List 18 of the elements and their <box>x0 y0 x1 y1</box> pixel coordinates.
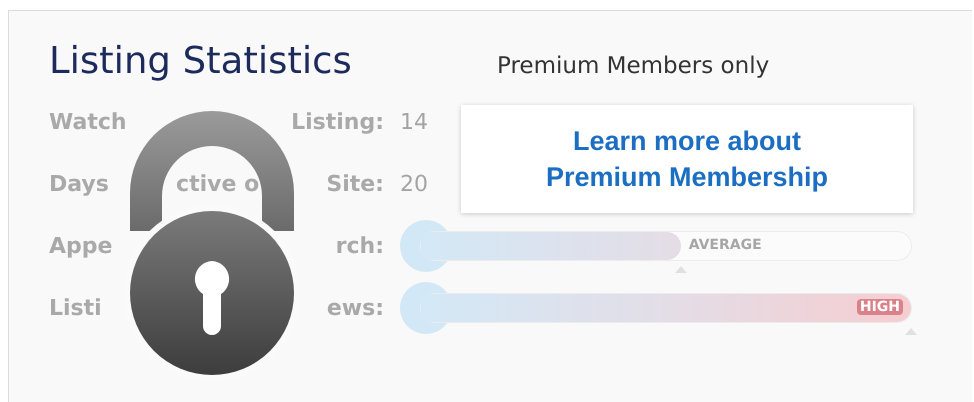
meter-reading: HIGH <box>856 299 903 315</box>
stat-value: 14 <box>400 110 428 134</box>
stat-label: Site: <box>326 172 384 196</box>
stat-label: Listi <box>49 296 102 320</box>
stat-value: 20 <box>400 172 428 196</box>
stat-label: ctive o <box>176 172 260 196</box>
stat-label: Listing: <box>291 110 384 134</box>
stat-label: ews: <box>326 296 384 320</box>
stat-label: Watch <box>49 110 127 134</box>
premium-notice: Premium Members only <box>497 53 770 79</box>
marker-icon <box>905 328 917 335</box>
stat-label: rch: <box>336 234 384 258</box>
section-title: Listing Statistics <box>49 39 353 82</box>
learn-more-link[interactable]: Learn more about Premium Membership <box>522 123 852 195</box>
marker-icon <box>674 266 687 273</box>
stat-label: Days <box>49 172 109 196</box>
stat-label: Appe <box>49 234 112 258</box>
meter-reading: AVERAGE <box>688 237 762 253</box>
